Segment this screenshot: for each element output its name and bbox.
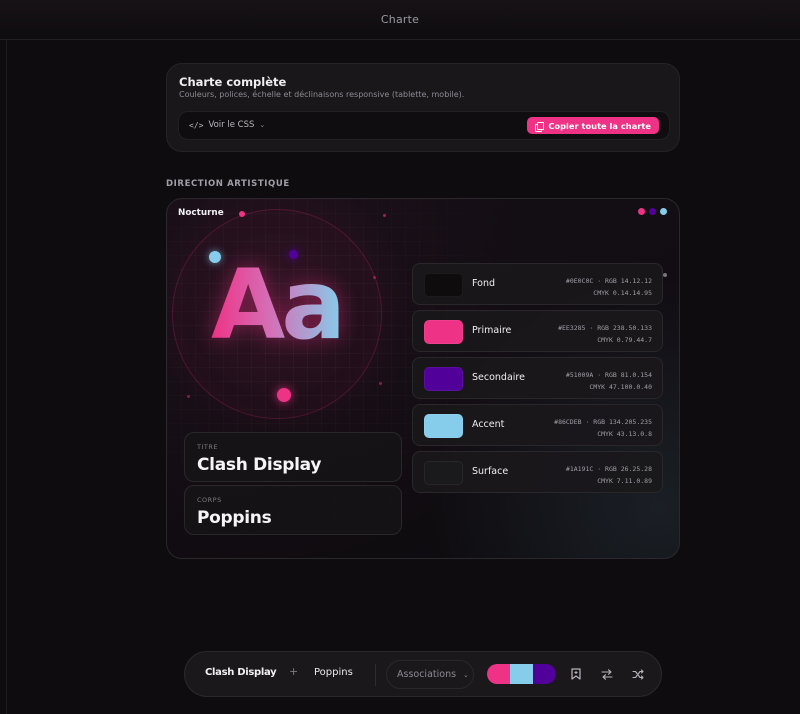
body-font-card: CORPS Poppins <box>184 485 402 535</box>
swatch-name: Primaire <box>472 325 512 336</box>
swatch-code: #86CDEB · RGB 134.205.235 CMYK 43.13.0.8 <box>554 418 652 438</box>
art-direction-panel: Nocturne Aa TITRE Clash Display CORPS Po… <box>166 198 680 559</box>
swatch-name: Secondaire <box>472 372 525 383</box>
sidebar-divider <box>6 40 7 714</box>
bottom-toolbar: Clash Display + Poppins Associations ⌄ <box>184 651 662 697</box>
orb-dot-4 <box>187 395 190 398</box>
associations-dropdown[interactable]: Associations ⌄ <box>386 660 474 689</box>
shuffle-icon[interactable] <box>631 666 645 682</box>
charte-action-bar: </> Voir le CSS ⌄ Copier toute la charte <box>178 111 670 140</box>
title-font-value: Clash Display <box>197 455 322 475</box>
swatch-code: #0E0C0C · RGB 14.12.12 CMYK 0.14.14.95 <box>565 277 652 297</box>
swatch-name: Fond <box>472 278 495 289</box>
orb-dot-1 <box>383 214 386 217</box>
palette-chip-secondary <box>533 664 556 684</box>
title-font-label: TITRE <box>197 443 218 451</box>
charte-card: Charte complète Couleurs, polices, échel… <box>166 63 680 152</box>
toolbar-body-font[interactable]: Poppins <box>314 667 353 678</box>
swatch-chip <box>424 273 463 297</box>
swatch-chip <box>424 320 463 344</box>
swatch-code: #51009A · RGB 81.0.154 CMYK 47.100.0.40 <box>565 371 652 391</box>
palette-preview[interactable] <box>487 664 556 684</box>
theme-dot-primary <box>638 208 645 215</box>
view-css-label: Voir le CSS <box>208 120 255 130</box>
orb-primary-small <box>239 211 245 217</box>
theme-name: Nocturne <box>178 208 224 218</box>
body-font-value: Poppins <box>197 508 272 528</box>
palette-chip-primary <box>487 664 510 684</box>
swatch-chip <box>424 461 463 485</box>
theme-color-dots <box>638 208 667 215</box>
swatch-accent[interactable]: Accent #86CDEB · RGB 134.205.235 CMYK 43.… <box>412 404 663 446</box>
toolbar-divider <box>375 664 376 686</box>
orb-dot-5 <box>663 273 667 277</box>
swatch-code: #EE3285 · RGB 238.50.133 CMYK 0.79.44.7 <box>558 324 652 344</box>
swatch-name: Accent <box>472 419 505 430</box>
swatch-chip <box>424 367 463 391</box>
copy-charte-button[interactable]: Copier toute la charte <box>527 117 659 134</box>
swatch-surface[interactable]: Surface #1A191C · RGB 26.25.28 CMYK 7.11.… <box>412 451 663 493</box>
palette-chip-accent <box>510 664 533 684</box>
swatch-code: #1A191C · RGB 26.25.28 CMYK 7.11.0.89 <box>565 465 652 485</box>
swap-icon[interactable] <box>600 666 614 682</box>
charte-title: Charte complète <box>179 75 287 89</box>
swatch-chip <box>424 414 463 438</box>
swatch-fond[interactable]: Fond #0E0C0C · RGB 14.12.12 CMYK 0.14.14.… <box>412 263 663 305</box>
body-font-label: CORPS <box>197 496 222 504</box>
theme-dot-secondary <box>649 208 656 215</box>
page-title: Charte <box>380 13 420 26</box>
copy-icon <box>535 121 545 132</box>
section-label: DIRECTION ARTISTIQUE <box>166 179 290 189</box>
plus-icon: + <box>289 665 299 678</box>
swatch-name: Surface <box>472 466 509 477</box>
orb-dot-3 <box>379 382 382 385</box>
view-css-toggle[interactable]: </> Voir le CSS ⌄ <box>189 120 265 130</box>
toolbar-title-font[interactable]: Clash Display <box>205 667 277 678</box>
orb-dot-2 <box>373 276 376 279</box>
chevron-down-icon: ⌄ <box>259 121 266 129</box>
copy-charte-label: Copier toute la charte <box>548 120 651 131</box>
chevron-down-icon: ⌄ <box>463 670 469 679</box>
title-font-card: TITRE Clash Display <box>184 432 402 482</box>
charte-subtitle: Couleurs, polices, échelle et déclinaiso… <box>179 90 465 99</box>
bookmark-icon[interactable] <box>569 666 583 682</box>
swatch-secondaire[interactable]: Secondaire #51009A · RGB 81.0.154 CMYK 47… <box>412 357 663 399</box>
theme-dot-accent <box>660 208 667 215</box>
swatch-primaire[interactable]: Primaire #EE3285 · RGB 238.50.133 CMYK 0.… <box>412 310 663 352</box>
associations-label: Associations <box>397 669 457 680</box>
orb-primary <box>277 388 291 402</box>
type-specimen-glyph: Aa <box>211 249 346 361</box>
top-bar: Charte <box>0 0 800 40</box>
code-icon: </> <box>189 120 204 130</box>
